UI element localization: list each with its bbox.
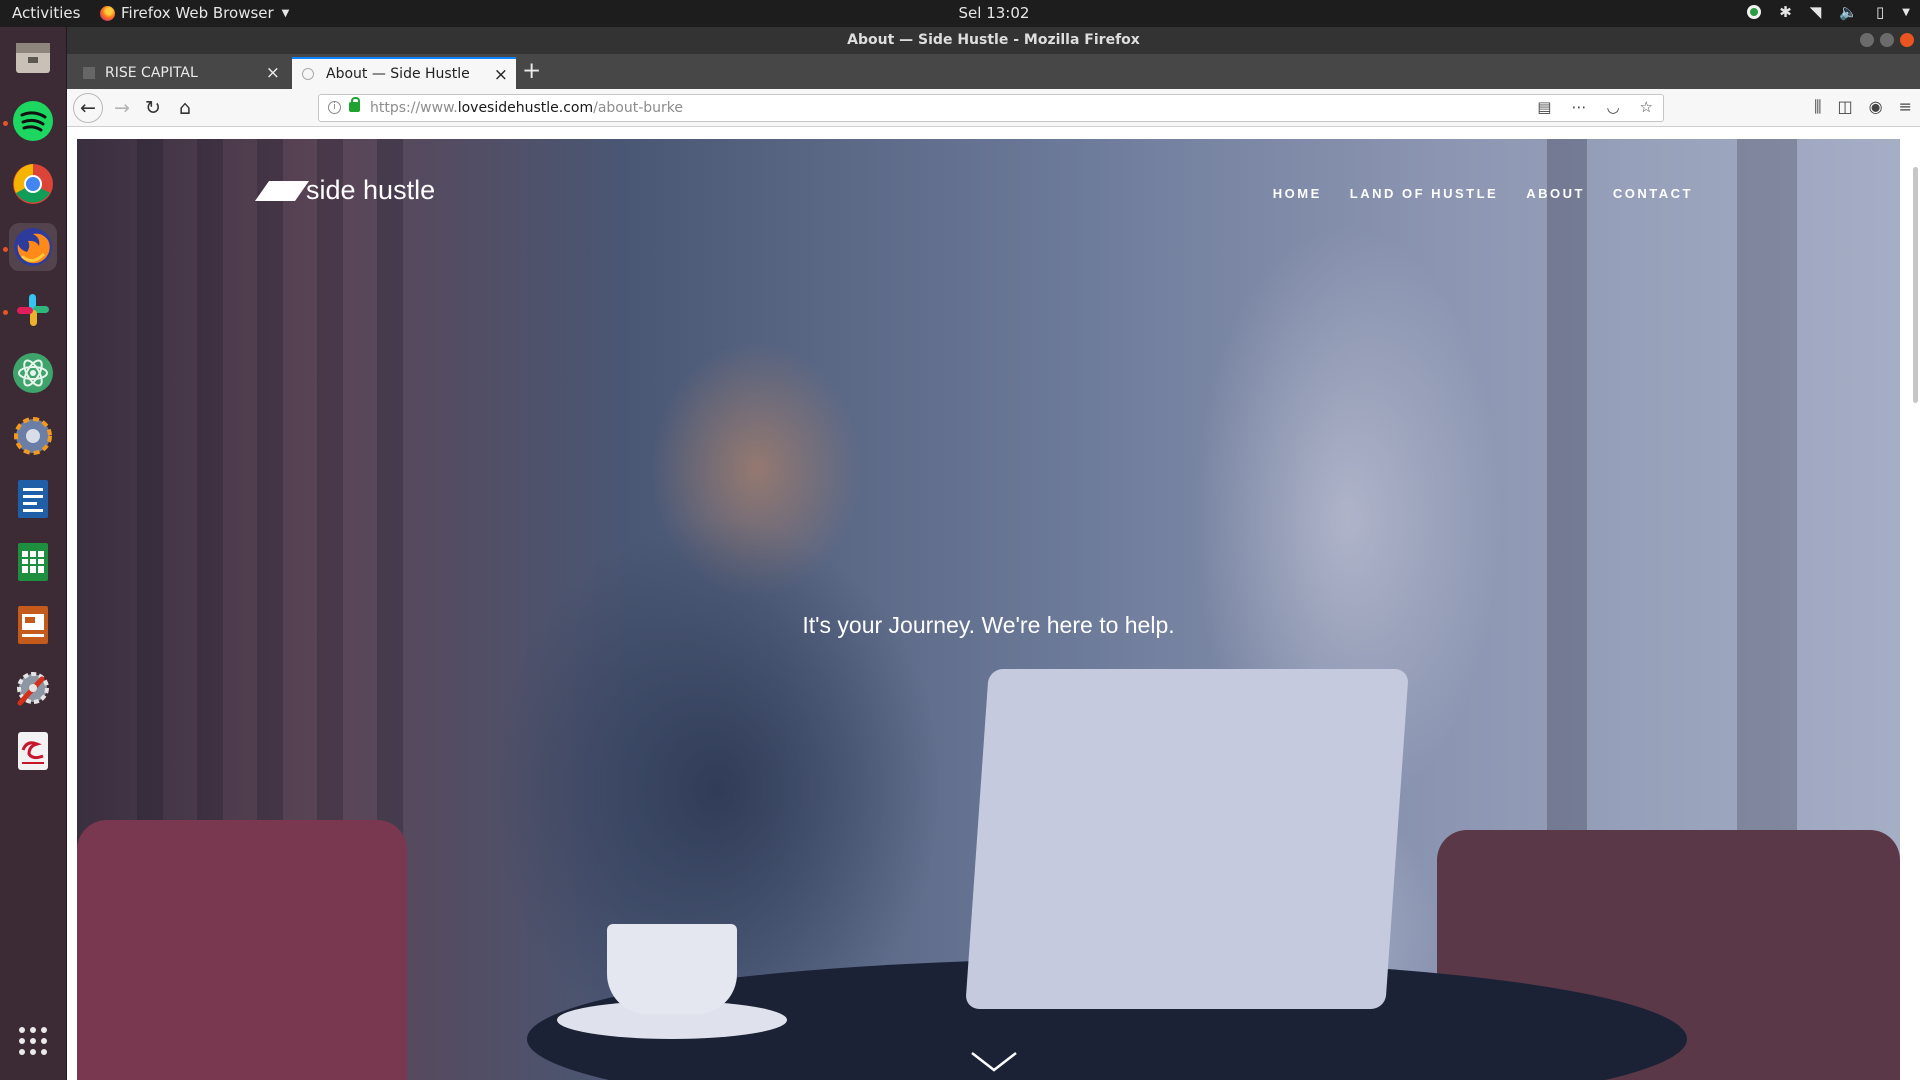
tab-about-side-hustle[interactable]: About — Side Hustle × [292,57,516,89]
writer-app-icon[interactable] [9,475,57,523]
lock-icon[interactable] [349,97,360,112]
dock [0,27,67,1080]
logo-mark-icon [254,180,310,201]
firefox-app-icon[interactable] [9,223,57,271]
nav-land-of-hustle[interactable]: LAND OF HUSTLE [1350,186,1498,201]
site-navigation: HOME LAND OF HUSTLE ABOUT CONTACT [1273,186,1693,201]
slack-app-icon[interactable] [9,286,57,334]
address-bar[interactable]: i https://www.lovesidehustle.com/about-b… [318,94,1664,122]
nav-about[interactable]: ABOUT [1526,186,1585,201]
new-tab-plus-icon[interactable]: + [522,58,541,84]
hero-tagline: It's your Journey. We're here to help. [802,612,1175,638]
library-icon[interactable]: ⫼ [1814,97,1821,117]
site-logo[interactable]: side hustle [254,175,436,206]
chair-shape [77,820,407,1080]
account-icon[interactable]: ◉ [1869,97,1883,117]
running-indicator [3,310,8,315]
page-actions: ▤ ⋯ ◡ ☆ [1537,98,1653,116]
close-tab-icon[interactable]: × [494,65,508,85]
site-info-icon[interactable]: i [328,101,341,114]
bookmark-star-icon[interactable]: ☆ [1640,98,1653,116]
coffee-cup-shape [607,924,737,1014]
clock[interactable]: Sel 13:02 [0,4,1920,22]
window-title-bar: About — Side Hustle - Mozilla Firefox [67,27,1920,54]
volume-icon[interactable]: 🔈 [1839,3,1858,21]
tab-favicon-icon [83,67,95,79]
text-editor-app-icon[interactable] [9,727,57,775]
show-apps-grid-icon[interactable] [9,1017,57,1065]
system-tools-app-icon[interactable] [9,664,57,712]
system-menu-caret-icon[interactable]: ▼ [1902,7,1910,18]
maximize-button[interactable] [1880,33,1894,47]
tab-label: About — Side Hustle [326,66,470,82]
close-tab-icon[interactable]: × [266,63,280,83]
nav-home[interactable]: HOME [1273,186,1322,201]
minimize-button[interactable] [1860,33,1874,47]
running-indicator [3,247,8,252]
page-actions-menu-icon[interactable]: ⋯ [1571,98,1586,116]
toolbar-right: ⫼ ◫ ◉ ≡ [1814,97,1912,117]
forward-arrow-icon[interactable]: → [109,95,135,121]
page-scrollbar[interactable] [1910,127,1920,1080]
calc-app-icon[interactable] [9,538,57,586]
status-indicator-icon[interactable] [1747,5,1762,19]
close-window-button[interactable] [1900,33,1914,47]
url-text[interactable]: https://www.lovesidehustle.com/about-bur… [370,100,683,116]
impress-app-icon[interactable] [9,601,57,649]
home-icon[interactable]: ⌂ [172,95,198,121]
reader-view-icon[interactable]: ▤ [1537,98,1551,116]
navigation-toolbar: ← → ↻ ⌂ i https://www.lovesidehustle.com… [67,89,1920,127]
tab-strip: RISE CAPITAL × About — Side Hustle × + [67,54,1920,89]
scroll-down-chevron-icon[interactable] [970,1051,1018,1073]
spotify-app-icon[interactable] [9,97,57,145]
reload-icon[interactable]: ↻ [140,95,166,121]
nav-contact[interactable]: CONTACT [1613,186,1693,201]
tab-favicon-icon [302,68,314,80]
sidebar-toggle-icon[interactable]: ◫ [1838,97,1853,117]
window-title: About — Side Hustle - Mozilla Firefox [847,32,1140,48]
hamburger-menu-icon[interactable]: ≡ [1899,97,1912,117]
files-app-icon[interactable] [9,33,57,81]
battery-icon[interactable]: ▯ [1876,3,1884,21]
wifi-icon[interactable]: ◥ [1810,3,1822,21]
scrollbar-thumb[interactable] [1913,167,1918,403]
system-top-bar: Activities Firefox Web Browser ▼ Sel 13:… [0,0,1920,27]
page-viewport: side hustle HOME LAND OF HUSTLE ABOUT CO… [67,127,1920,1080]
logo-text: side hustle [306,175,436,205]
tab-rise-capital[interactable]: RISE CAPITAL × [73,57,288,89]
tab-label: RISE CAPITAL [105,65,198,81]
slack-tray-icon[interactable]: ✱ [1779,3,1792,21]
window-controls [1860,33,1914,47]
back-arrow-icon[interactable]: ← [73,93,103,123]
system-tray[interactable]: ✱ ◥ 🔈 ▯ ▼ [1747,3,1910,21]
running-indicator [3,121,8,126]
pocket-icon[interactable]: ◡ [1606,98,1619,116]
settings-wheel-app-icon[interactable] [9,412,57,460]
chrome-app-icon[interactable] [9,160,57,208]
laptop-shape [965,669,1409,1009]
atom-app-icon[interactable] [9,349,57,397]
hero-banner: side hustle HOME LAND OF HUSTLE ABOUT CO… [77,139,1900,1080]
